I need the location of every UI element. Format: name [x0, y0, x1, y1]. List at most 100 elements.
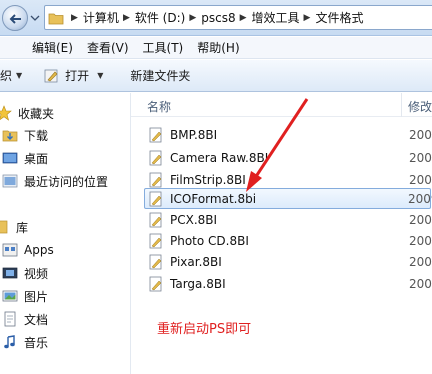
- nav-item-music[interactable]: 音乐: [2, 332, 48, 352]
- toolbar: 织 ▼ 打开 ▼ 新建文件夹: [0, 60, 432, 92]
- plugin-file-icon: [149, 233, 162, 248]
- nav-label-pictures: 图片: [24, 289, 49, 304]
- column-header-row: 名称 修改: [131, 93, 432, 117]
- chevron-right-icon[interactable]: ▶: [185, 13, 201, 23]
- file-name: BMP.8BI: [170, 127, 218, 142]
- file-modified: 2003: [409, 150, 432, 165]
- breadcrumb-drive[interactable]: 软件 (D:): [135, 9, 185, 26]
- nav-label-music: 音乐: [24, 335, 49, 350]
- menu-view[interactable]: 查看(V): [80, 39, 136, 56]
- nav-item-videos[interactable]: 视频: [2, 263, 48, 283]
- nav-item-apps[interactable]: Apps: [2, 240, 54, 260]
- back-button[interactable]: [2, 5, 28, 31]
- file-row[interactable]: Targa.8BI 2003: [145, 273, 432, 294]
- nav-label-favorites: 收藏夹: [18, 106, 55, 121]
- open-label: 打开: [65, 69, 90, 83]
- new-folder-button[interactable]: 新建文件夹: [130, 67, 190, 84]
- column-divider[interactable]: [401, 93, 402, 117]
- chevron-right-icon[interactable]: ▶: [300, 13, 316, 23]
- chevron-right-icon[interactable]: ▶: [67, 13, 83, 23]
- caret-down-icon: ▼: [97, 71, 104, 80]
- library-icon: [0, 219, 10, 235]
- menu-bar: 编辑(E) 查看(V) 工具(T) 帮助(H): [0, 37, 432, 59]
- column-header-name[interactable]: 名称: [147, 98, 171, 115]
- navigation-pane: 收藏夹 下载 桌面 最近访问的位置 库 Apps 视频 图片 文档 音乐: [0, 93, 131, 374]
- file-name: Photo CD.8BI: [170, 233, 249, 248]
- file-modified: 2009: [408, 191, 432, 206]
- nav-item-favorites[interactable]: 收藏夹: [0, 103, 54, 123]
- file-row[interactable]: Camera Raw.8BI 2003: [145, 147, 432, 168]
- file-row[interactable]: PCX.8BI 2003: [145, 209, 432, 230]
- file-modified: 2003: [409, 254, 432, 269]
- file-modified: 2003: [409, 276, 432, 291]
- recent-places-icon: [2, 173, 18, 189]
- plugin-file-icon: [149, 212, 162, 227]
- column-header-modified[interactable]: 修改: [408, 98, 432, 115]
- desktop-icon: [2, 150, 18, 166]
- open-button[interactable]: 打开 ▼: [44, 67, 103, 84]
- star-icon: [0, 105, 12, 121]
- file-row[interactable]: Photo CD.8BI 2003: [145, 230, 432, 251]
- chevron-down-icon[interactable]: [30, 13, 40, 23]
- plugin-file-icon: [149, 172, 162, 187]
- nav-label-documents: 文档: [24, 312, 49, 327]
- nav-item-recent[interactable]: 最近访问的位置: [2, 171, 108, 191]
- nav-label-recent: 最近访问的位置: [24, 174, 109, 189]
- nav-label-downloads: 下载: [24, 128, 49, 143]
- breadcrumb-computer[interactable]: 计算机: [83, 9, 119, 26]
- nav-item-desktop[interactable]: 桌面: [2, 148, 48, 168]
- document-library-icon: [2, 311, 18, 327]
- file-name: FilmStrip.8BI: [170, 172, 246, 187]
- nav-item-documents[interactable]: 文档: [2, 309, 48, 329]
- new-folder-label: 新建文件夹: [130, 69, 191, 83]
- back-arrow-icon: [9, 14, 21, 24]
- file-modified: 2004: [409, 127, 432, 142]
- chevron-right-icon[interactable]: ▶: [119, 13, 135, 23]
- file-name: Pixar.8BI: [170, 254, 222, 269]
- plugin-file-icon: [149, 276, 162, 291]
- file-name: ICOFormat.8bi: [170, 191, 257, 206]
- music-note-icon: [2, 334, 18, 350]
- menu-tools[interactable]: 工具(T): [136, 39, 191, 56]
- annotation-text: 重新启动PS即可: [157, 322, 252, 337]
- breadcrumb: ▶ 计算机 ▶ 软件 (D:) ▶ pscs8 ▶ 增效工具 ▶ 文件格式: [67, 6, 363, 29]
- plugin-file-icon: [149, 191, 162, 206]
- menu-edit[interactable]: 编辑(E): [0, 39, 80, 56]
- file-modified: 2003: [409, 172, 432, 187]
- chevron-right-icon[interactable]: ▶: [236, 13, 252, 23]
- download-folder-icon: [2, 127, 18, 143]
- breadcrumb-pscs8[interactable]: pscs8: [201, 11, 235, 25]
- file-row[interactable]: Pixar.8BI 2003: [145, 251, 432, 272]
- plugin-file-icon: [149, 127, 162, 142]
- file-row[interactable]: FilmStrip.8BI 2003: [145, 169, 432, 190]
- file-row[interactable]: BMP.8BI 2004: [145, 124, 432, 145]
- caret-down-icon: ▼: [16, 71, 23, 80]
- plugin-file-icon: [149, 150, 162, 165]
- apps-library-icon: [2, 242, 18, 258]
- nav-label-libraries: 库: [16, 220, 29, 235]
- video-library-icon: [2, 265, 18, 281]
- breadcrumb-file-formats[interactable]: 文件格式: [315, 9, 363, 26]
- nav-item-downloads[interactable]: 下载: [2, 125, 48, 145]
- file-row-selected[interactable]: ICOFormat.8bi 2009: [144, 188, 432, 209]
- picture-library-icon: [2, 288, 18, 304]
- file-name: PCX.8BI: [170, 212, 218, 227]
- open-icon: [44, 69, 58, 82]
- plugin-file-icon: [149, 254, 162, 269]
- file-name: Camera Raw.8BI: [170, 150, 269, 165]
- nav-label-videos: 视频: [24, 266, 49, 281]
- breadcrumb-plugins[interactable]: 增效工具: [252, 9, 300, 26]
- file-name: Targa.8BI: [170, 276, 226, 291]
- nav-label-desktop: 桌面: [24, 151, 49, 166]
- nav-item-libraries[interactable]: 库: [0, 217, 28, 237]
- menu-help[interactable]: 帮助(H): [190, 39, 246, 56]
- folder-icon: [45, 6, 67, 29]
- address-bar-row: ▶ 计算机 ▶ 软件 (D:) ▶ pscs8 ▶ 增效工具 ▶ 文件格式: [0, 0, 432, 36]
- nav-item-pictures[interactable]: 图片: [2, 286, 48, 306]
- organize-label: 织: [0, 69, 13, 83]
- file-modified: 2003: [409, 233, 432, 248]
- organize-button[interactable]: 织 ▼: [0, 67, 22, 84]
- address-box[interactable]: ▶ 计算机 ▶ 软件 (D:) ▶ pscs8 ▶ 增效工具 ▶ 文件格式: [44, 5, 432, 30]
- nav-label-apps: Apps: [24, 243, 54, 257]
- file-modified: 2003: [409, 212, 432, 227]
